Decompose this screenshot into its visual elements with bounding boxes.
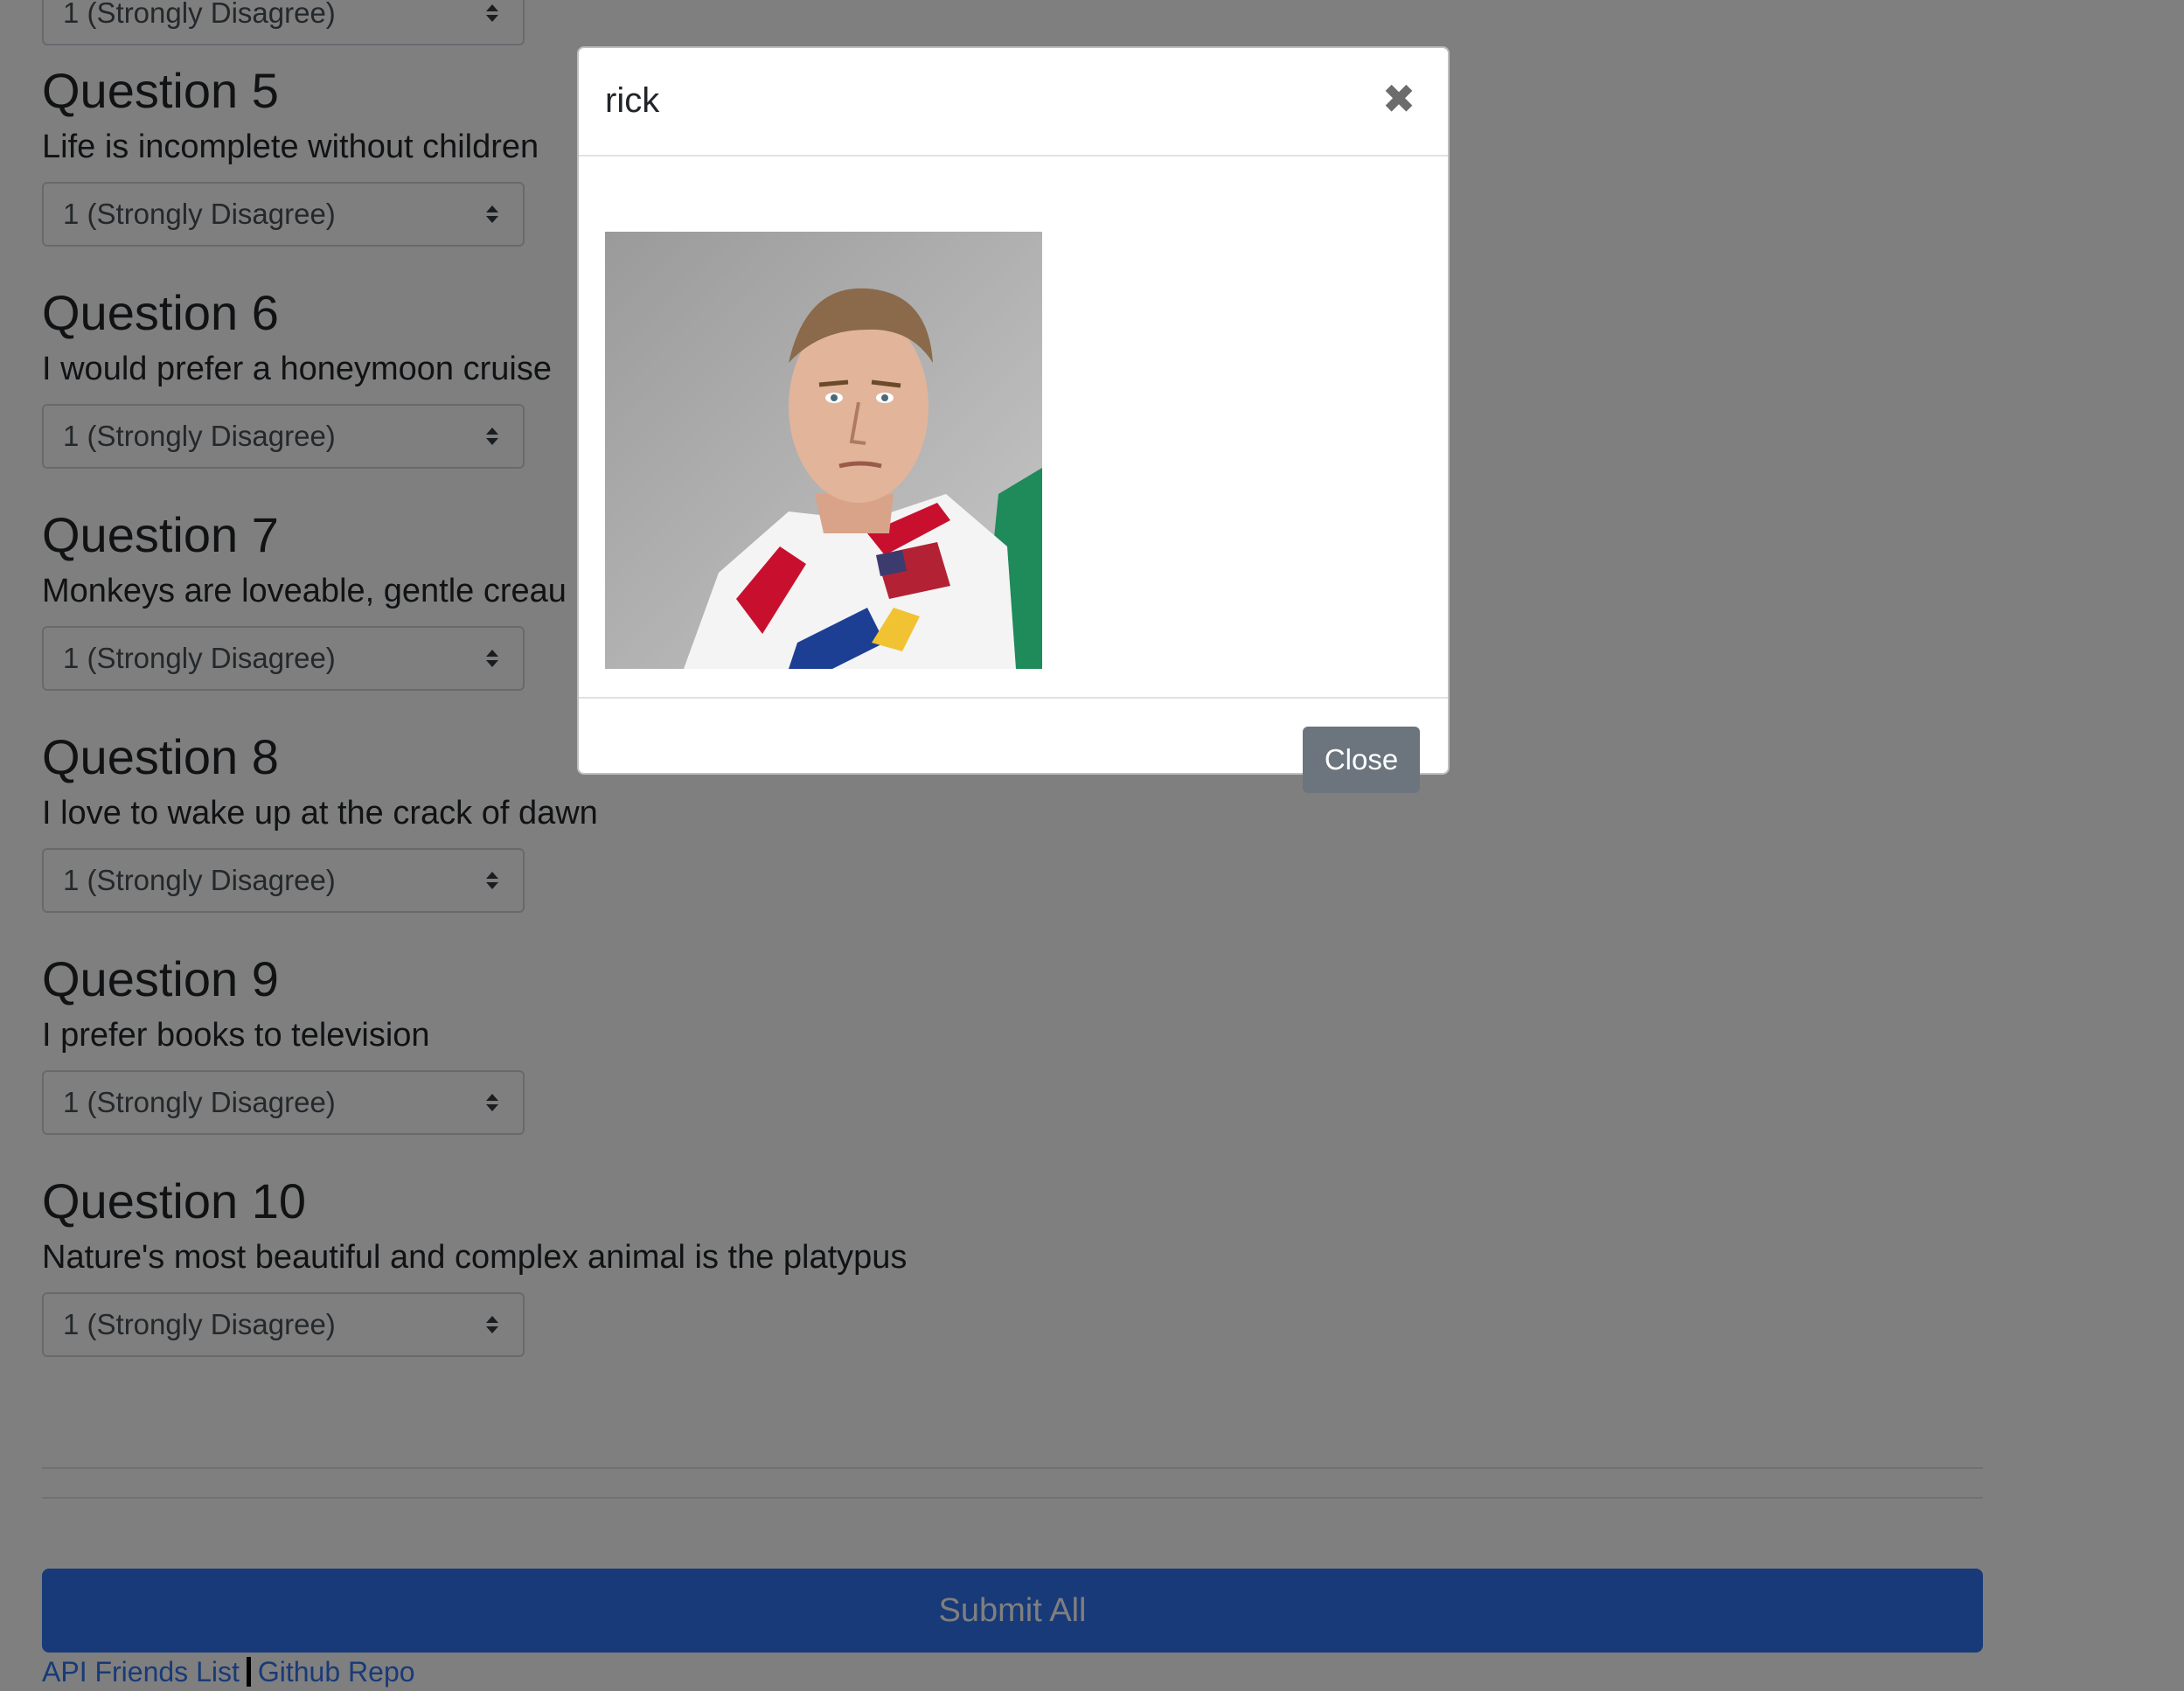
modal-footer: Close bbox=[579, 699, 1448, 793]
modal-title: rick bbox=[605, 81, 660, 120]
modal-body bbox=[579, 157, 1448, 699]
profile-modal: rick ✖ Close bbox=[577, 46, 1450, 793]
close-icon[interactable]: ✖ bbox=[1376, 76, 1422, 122]
profile-photo bbox=[605, 232, 1042, 669]
close-button[interactable]: Close bbox=[1303, 727, 1420, 793]
modal-header: rick ✖ bbox=[579, 48, 1448, 157]
